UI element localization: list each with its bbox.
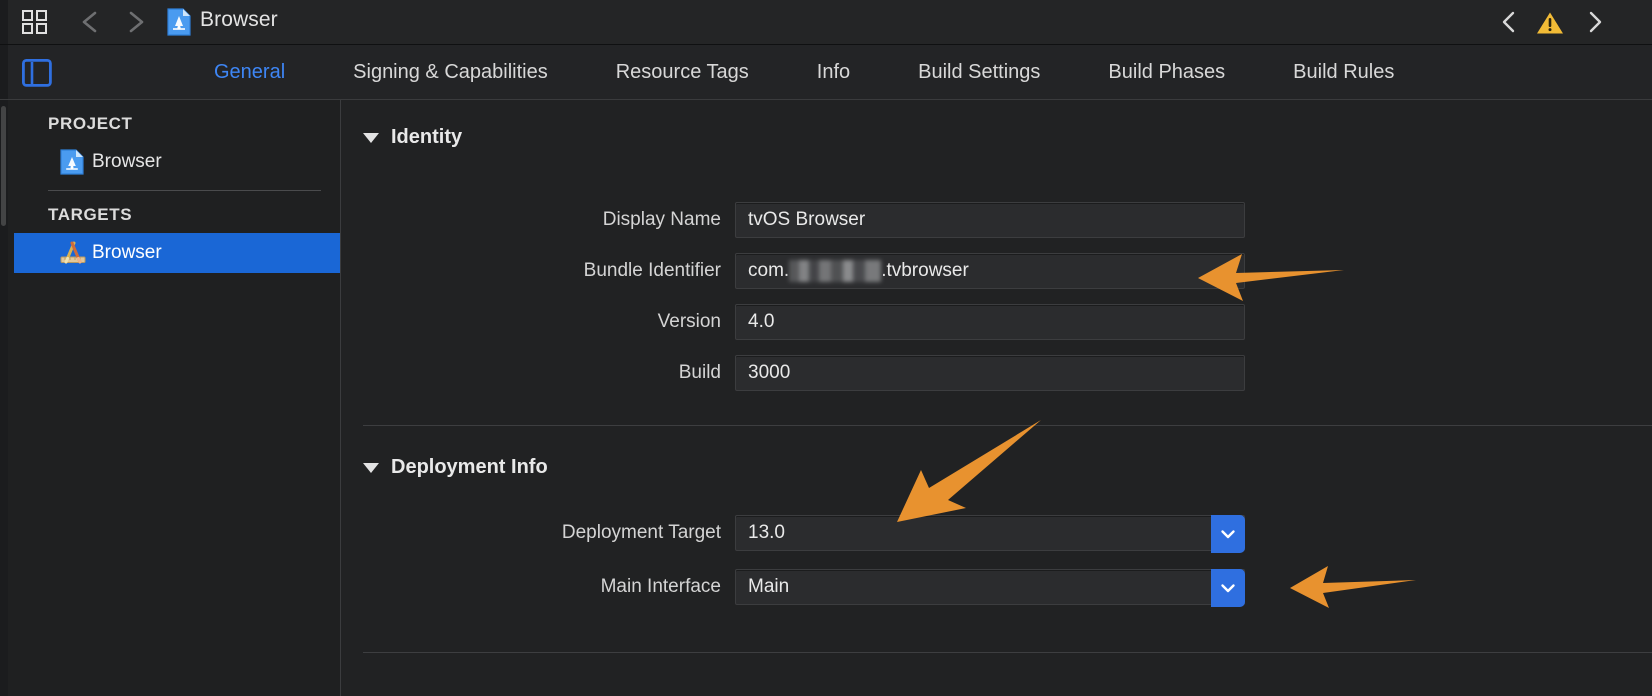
tab-bar: General Signing & Capabilities Resource … <box>0 45 1652 100</box>
toolbar: Browser <box>0 0 1652 44</box>
section-divider <box>363 425 1652 426</box>
tab-resource-tags[interactable]: Resource Tags <box>582 45 783 100</box>
tab-info[interactable]: Info <box>783 45 884 100</box>
display-name-label: Display Name <box>341 209 721 231</box>
field-row-version: Version 4.0 <box>341 304 1652 340</box>
tabbar-left-rail <box>0 45 8 100</box>
deployment-info-section-title: Deployment Info <box>391 456 548 479</box>
xcode-target-icon <box>60 240 84 266</box>
chevron-down-icon[interactable] <box>1211 515 1245 553</box>
section-divider-bottom <box>363 652 1652 653</box>
identity-section-title: Identity <box>391 126 462 149</box>
grid-icon[interactable] <box>22 10 48 34</box>
field-row-bundle-identifier: Bundle Identifier com. .tvbrowser <box>341 253 1652 289</box>
version-input[interactable]: 4.0 <box>735 304 1245 340</box>
version-label: Version <box>341 311 721 333</box>
bundle-identifier-label: Bundle Identifier <box>341 260 721 282</box>
chevron-right-icon[interactable] <box>1584 10 1606 34</box>
sidebar-toggle-icon[interactable] <box>22 59 52 87</box>
main-interface-label: Main Interface <box>341 576 721 598</box>
build-input[interactable]: 3000 <box>735 355 1245 391</box>
sidebar-content: PROJECT Browser TARGETS <box>14 100 341 273</box>
chevron-left-icon[interactable] <box>78 9 104 35</box>
bundle-identifier-input[interactable]: com. .tvbrowser <box>735 253 1245 289</box>
sidebar-item-label: Browser <box>92 242 162 264</box>
display-name-input[interactable]: tvOS Browser <box>735 202 1245 238</box>
main-interface-dropdown[interactable]: Main <box>735 569 1245 605</box>
bundle-identifier-suffix: .tvbrowser <box>881 260 969 282</box>
bundle-identifier-prefix: com. <box>748 260 789 282</box>
tab-build-settings[interactable]: Build Settings <box>884 45 1074 100</box>
tab-build-phases[interactable]: Build Phases <box>1074 45 1259 100</box>
build-label: Build <box>341 362 721 384</box>
field-row-build: Build 3000 <box>341 355 1652 391</box>
chevron-down-icon[interactable] <box>363 463 379 473</box>
sidebar-scrollbar[interactable] <box>1 106 6 226</box>
general-settings-panel: Identity Display Name tvOS Browser Bundl… <box>341 100 1652 696</box>
deployment-target-dropdown[interactable]: 13.0 <box>735 515 1245 551</box>
identity-section-header: Identity <box>363 126 462 149</box>
toolbar-left-rail <box>0 0 8 44</box>
field-row-main-interface: Main Interface Main <box>341 569 1652 605</box>
sidebar-section-project: PROJECT <box>14 100 341 142</box>
xcode-project-icon <box>60 149 84 175</box>
main-interface-value: Main <box>748 576 789 598</box>
tab-list: General Signing & Capabilities Resource … <box>180 45 1428 100</box>
sidebar-item-label: Browser <box>92 151 162 173</box>
chevron-down-icon[interactable] <box>363 133 379 143</box>
sidebar-left-rail <box>0 100 8 696</box>
xcode-project-editor-window: Browser <box>0 0 1652 696</box>
sidebar-item-project-browser[interactable]: Browser <box>14 142 341 182</box>
field-row-deployment-target: Deployment Target 13.0 <box>341 515 1652 551</box>
deployment-target-value: 13.0 <box>748 522 785 544</box>
tab-general[interactable]: General <box>180 45 319 100</box>
chevron-right-icon[interactable] <box>122 9 148 35</box>
field-row-display-name: Display Name tvOS Browser <box>341 202 1652 238</box>
tab-build-rules[interactable]: Build Rules <box>1259 45 1428 100</box>
toolbar-title: Browser <box>200 8 278 32</box>
xcode-project-icon <box>167 8 191 36</box>
project-navigator-sidebar: PROJECT Browser TARGETS <box>0 100 341 696</box>
deployment-info-section-header: Deployment Info <box>363 456 548 479</box>
toolbar-right-group <box>1462 0 1652 44</box>
redaction-blur <box>789 260 881 282</box>
sidebar-section-targets: TARGETS <box>14 191 341 233</box>
build-value: 3000 <box>748 362 790 384</box>
tab-signing-capabilities[interactable]: Signing & Capabilities <box>319 45 582 100</box>
version-value: 4.0 <box>748 311 774 333</box>
chevron-down-icon[interactable] <box>1211 569 1245 607</box>
sidebar-item-target-browser[interactable]: Browser <box>14 233 341 273</box>
deployment-target-label: Deployment Target <box>341 522 721 544</box>
warning-triangle-icon[interactable] <box>1536 11 1564 35</box>
chevron-left-icon[interactable] <box>1498 10 1520 34</box>
display-name-value: tvOS Browser <box>748 209 865 231</box>
